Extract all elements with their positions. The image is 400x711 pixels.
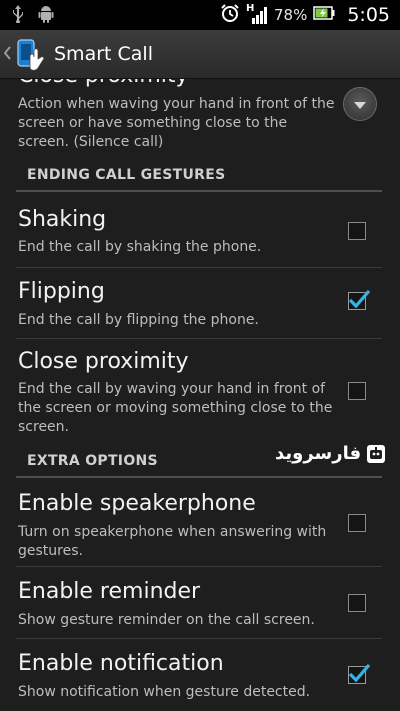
checkmark-icon bbox=[347, 288, 371, 314]
checkmark-icon bbox=[347, 662, 371, 688]
battery-charging-icon bbox=[313, 5, 335, 25]
close-proximity-checkbox[interactable] bbox=[348, 382, 366, 400]
dropdown-button[interactable] bbox=[343, 87, 377, 121]
preference-enable-notification[interactable]: Enable notification Show notification wh… bbox=[0, 639, 400, 711]
preference-summary: Show notification when gesture detected. bbox=[18, 684, 311, 700]
back-chevron-icon bbox=[3, 44, 12, 65]
up-navigation-button[interactable] bbox=[0, 30, 45, 78]
preference-summary: End the call by shaking the phone. bbox=[18, 239, 262, 255]
preference-summary: Show gesture reminder on the call screen… bbox=[18, 612, 315, 628]
alarm-clock-icon bbox=[220, 3, 240, 27]
android-icon bbox=[38, 5, 54, 26]
shaking-checkbox[interactable] bbox=[348, 222, 366, 240]
speakerphone-checkbox[interactable] bbox=[348, 514, 366, 532]
preference-close-proximity[interactable]: Close proximity End the call by waving y… bbox=[0, 339, 400, 437]
preference-summary: End the call by waving your hand in fron… bbox=[18, 381, 333, 435]
signal-icon: H bbox=[246, 3, 268, 25]
preference-enable-speakerphone[interactable]: Enable speakerphone Turn on speakerphone… bbox=[0, 483, 400, 567]
preference-shaking[interactable]: Shaking End the call by shaking the phon… bbox=[0, 199, 400, 267]
notification-checkbox[interactable] bbox=[348, 663, 371, 684]
section-header-ending-call-gestures: ENDING CALL GESTURES bbox=[16, 162, 382, 192]
dropdown-icon bbox=[354, 95, 366, 114]
flipping-checkbox[interactable] bbox=[348, 289, 371, 310]
preference-summary: Turn on speakerphone when answering with… bbox=[18, 524, 327, 559]
preference-title: Enable notification bbox=[18, 651, 224, 676]
preference-title: Enable speakerphone bbox=[18, 491, 256, 516]
preference-title: Close proximity bbox=[18, 349, 189, 374]
preference-title: Close proximity bbox=[18, 79, 189, 88]
status-bar: H 78% 5:05 bbox=[0, 0, 400, 30]
settings-list[interactable]: Close proximity Action when waving your … bbox=[0, 79, 400, 711]
watermark-text: فارسروید bbox=[275, 443, 362, 464]
preference-title: Enable reminder bbox=[18, 579, 201, 604]
reminder-checkbox[interactable] bbox=[348, 594, 366, 612]
section-header-label: ENDING CALL GESTURES bbox=[27, 167, 226, 183]
preference-enable-reminder[interactable]: Enable reminder Show gesture reminder on… bbox=[0, 567, 400, 638]
clock-time: 5:05 bbox=[347, 4, 390, 26]
preference-flipping[interactable]: Flipping End the call by flipping the ph… bbox=[0, 268, 400, 338]
preference-summary: Action when waving your hand in front of… bbox=[18, 96, 335, 150]
app-title: Smart Call bbox=[54, 43, 153, 65]
section-header-label: EXTRA OPTIONS bbox=[27, 453, 158, 469]
action-bar: Smart Call bbox=[0, 30, 400, 79]
app-logo-icon bbox=[16, 37, 45, 71]
preference-summary: End the call by flipping the phone. bbox=[18, 312, 259, 328]
usb-icon bbox=[12, 4, 24, 26]
watermark: فارسروید bbox=[275, 443, 386, 464]
farsroid-logo-icon bbox=[367, 444, 386, 463]
battery-percent: 78% bbox=[273, 6, 308, 24]
preference-title: Flipping bbox=[18, 279, 105, 304]
preference-title: Shaking bbox=[18, 207, 107, 232]
